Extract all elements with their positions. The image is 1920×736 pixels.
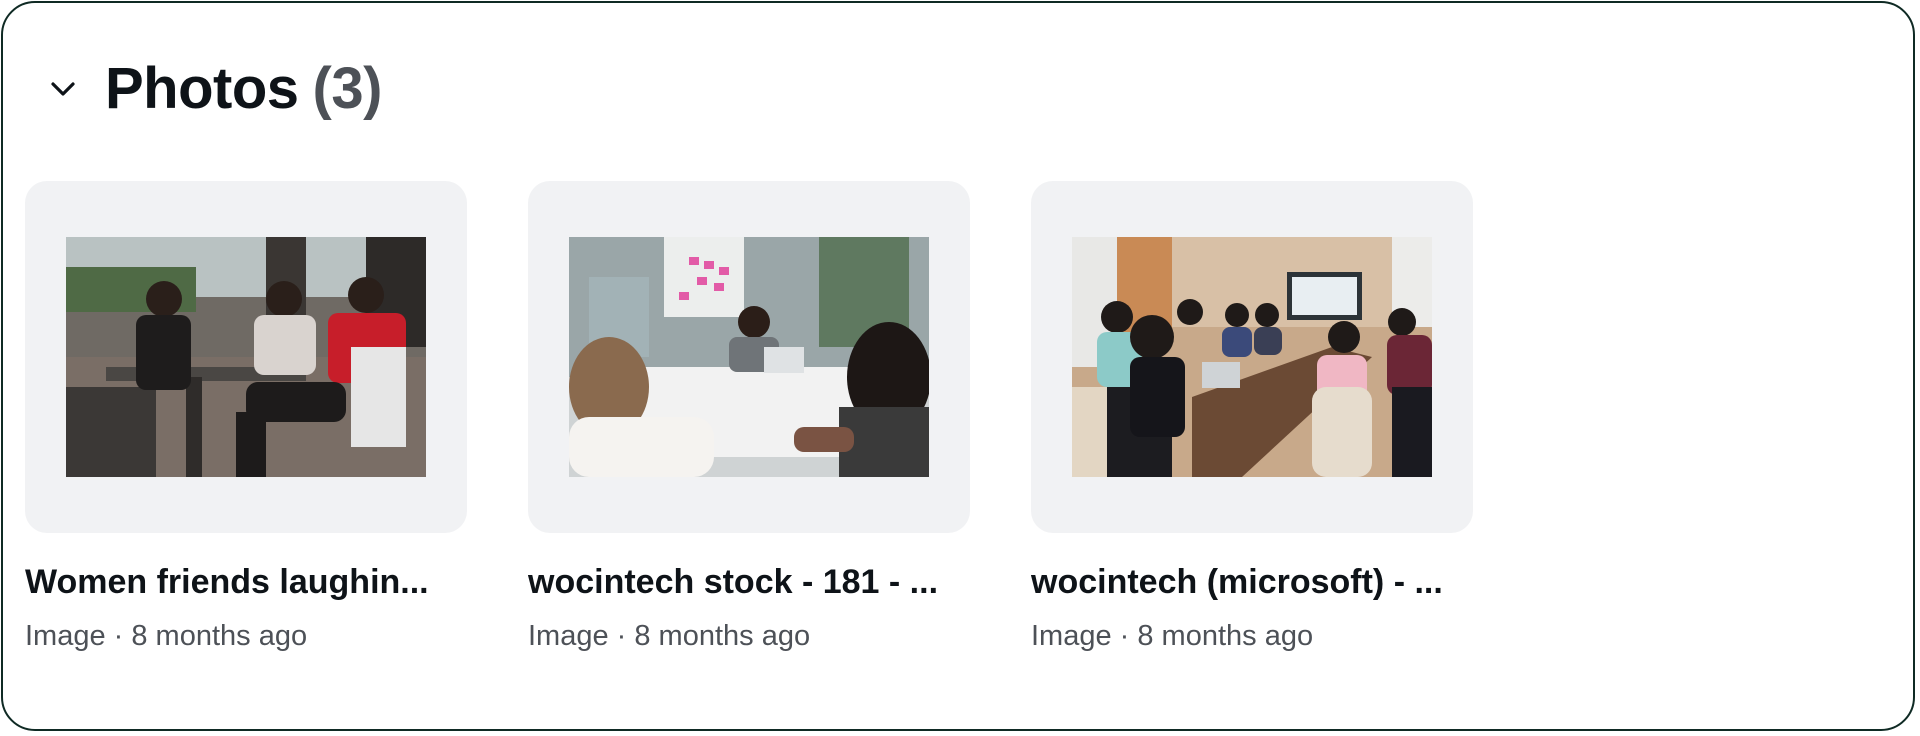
photo-title[interactable]: wocintech (microsoft) - ... [1031,563,1473,602]
section-title-label: Photos [105,56,299,121]
photo-title[interactable]: Women friends laughin... [25,563,467,602]
photo-card-1[interactable]: Women friends laughin... Image · 8 month… [25,181,467,653]
photo-card-2[interactable]: wocintech stock - 181 - ... Image · 8 mo… [528,181,970,653]
photo-meta: Image · 8 months ago [25,620,308,652]
photo-thumbnail-container[interactable] [25,181,467,533]
photo-meta: Image · 8 months ago [528,620,811,652]
photo-grid: Women friends laughin... Image · 8 month… [25,181,1473,653]
chevron-down-icon[interactable] [49,75,77,103]
photos-panel: Photos (3) Women friends laughin... Imag… [1,1,1915,731]
photo-thumbnail-women-friends [66,237,426,477]
photo-thumbnail-wocintech-microsoft [1072,237,1432,477]
photo-thumbnail-container[interactable] [1031,181,1473,533]
photo-title[interactable]: wocintech stock - 181 - ... [528,563,970,602]
photo-thumbnail-container[interactable] [528,181,970,533]
section-count: (3) [312,56,383,121]
photos-section-header[interactable]: Photos (3) [49,55,382,122]
section-title: Photos (3) [105,55,382,122]
photo-thumbnail-wocintech-181 [569,237,929,477]
photo-meta: Image · 8 months ago [1031,620,1314,652]
photo-card-3[interactable]: wocintech (microsoft) - ... Image · 8 mo… [1031,181,1473,653]
